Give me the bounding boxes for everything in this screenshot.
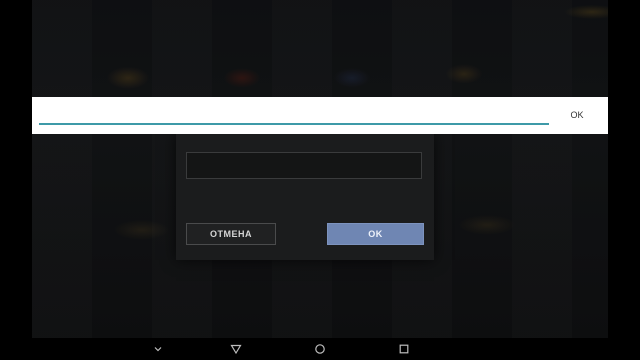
dialog-text-field[interactable] — [186, 152, 422, 179]
home-button[interactable] — [312, 341, 328, 357]
text-input-dialog: ОТМЕНА OK — [176, 132, 434, 260]
keyboard-extract-input[interactable] — [39, 105, 549, 125]
ok-button[interactable]: OK — [327, 223, 424, 245]
recents-button[interactable] — [396, 341, 412, 357]
hide-keyboard-button[interactable] — [150, 341, 166, 357]
cancel-button[interactable]: ОТМЕНА — [186, 223, 276, 245]
back-triangle-icon — [230, 344, 242, 355]
keyboard-extract-bar: OK — [32, 97, 608, 134]
chevron-down-icon — [154, 347, 162, 352]
screen: ОТМЕНА OK OK — [0, 0, 640, 360]
keyboard-ok-button[interactable]: OK — [562, 106, 592, 124]
navigation-bar — [0, 338, 640, 360]
back-button[interactable] — [228, 341, 244, 357]
recents-square-icon — [399, 344, 409, 354]
home-circle-icon — [315, 344, 325, 354]
